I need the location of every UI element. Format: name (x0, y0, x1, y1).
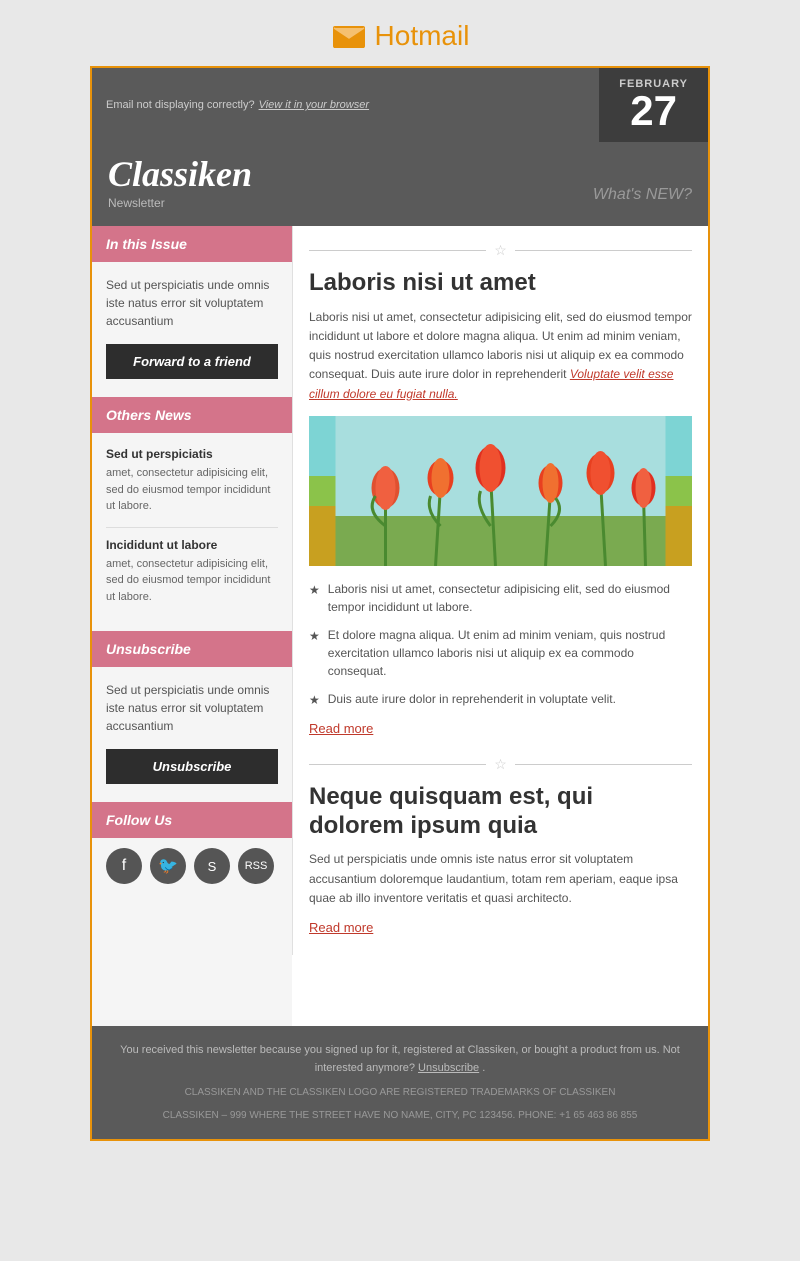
bullet-star-1: ★ (309, 581, 320, 616)
top-bar-notice: Email not displaying correctly? View it … (92, 68, 599, 142)
email-container: Email not displaying correctly? View it … (90, 66, 710, 1141)
sidebar-news-item-2: Incididunt ut labore amet, consectetur a… (106, 538, 278, 606)
sidebar-others-news-header: Others News (92, 397, 292, 433)
skype-icon[interactable]: S (194, 848, 230, 884)
sidebar-in-this-issue-content: Sed ut perspiciatis unde omnis iste natu… (92, 262, 292, 397)
hotmail-logo-icon (331, 22, 367, 50)
brand-info: Classiken Newsletter (108, 156, 252, 210)
sidebar-unsubscribe-content: Sed ut perspiciatis unde omnis iste natu… (92, 667, 292, 802)
rss-icon[interactable]: RSS (238, 848, 274, 884)
facebook-icon[interactable]: f (106, 848, 142, 884)
top-bar: Email not displaying correctly? View it … (92, 68, 708, 142)
divider-star-2: ☆ (494, 756, 507, 773)
brand-header: Classiken Newsletter What's NEW? (92, 142, 708, 226)
bullet-star-2: ★ (309, 627, 320, 680)
sidebar-in-this-issue-header: In this Issue (92, 226, 292, 262)
hotmail-header: Hotmail (331, 20, 470, 52)
footer-trademark-2: CLASSIKEN – 999 WHERE THE STREET HAVE NO… (112, 1108, 688, 1123)
view-in-browser-link[interactable]: View it in your browser (259, 99, 369, 111)
hotmail-title: Hotmail (375, 20, 470, 52)
tulip-svg (309, 416, 692, 566)
sidebar: In this Issue Sed ut perspiciatis unde o… (92, 226, 292, 1026)
article-1-body: Laboris nisi ut amet, consectetur adipis… (309, 308, 692, 404)
article-divider-1: ☆ (309, 242, 692, 259)
footer-main-text: You received this newsletter because you… (112, 1042, 688, 1077)
footer-unsubscribe-link[interactable]: Unsubscribe (418, 1062, 479, 1074)
whats-new: What's NEW? (593, 185, 692, 210)
bullet-item-1: ★ Laboris nisi ut amet, consectetur adip… (309, 580, 692, 616)
divider-line-right-2 (515, 764, 692, 765)
tulip-image (309, 416, 692, 566)
email-footer: You received this newsletter because you… (92, 1026, 708, 1139)
sidebar-in-this-issue-text: Sed ut perspiciatis unde omnis iste natu… (106, 276, 278, 330)
sidebar-follow-us-header: Follow Us (92, 802, 292, 838)
article-1-read-more[interactable]: Read more (309, 721, 373, 736)
sidebar-unsubscribe-text: Sed ut perspiciatis unde omnis iste natu… (106, 681, 278, 735)
social-icons-container: f 🐦 S RSS (92, 838, 292, 898)
bullet-text-1: Laboris nisi ut amet, consectetur adipis… (328, 580, 692, 616)
bullet-text-2: Et dolore magna aliqua. Ut enim ad minim… (328, 626, 692, 680)
sidebar-news-title-2: Incididunt ut labore (106, 538, 278, 552)
bullet-text-3: Duis aute irure dolor in reprehenderit i… (328, 690, 616, 709)
main-content: ☆ Laboris nisi ut amet Laboris nisi ut a… (292, 226, 708, 955)
date-day: 27 (630, 90, 677, 132)
sidebar-news-title-1: Sed ut perspiciatis (106, 447, 278, 461)
article-divider-2: ☆ (309, 756, 692, 773)
twitter-icon[interactable]: 🐦 (150, 848, 186, 884)
unsubscribe-button[interactable]: Unsubscribe (106, 749, 278, 784)
footer-trademark-1: CLASSIKEN AND THE CLASSIKEN LOGO ARE REG… (112, 1085, 688, 1100)
sidebar-news-item-1: Sed ut perspiciatis amet, consectetur ad… (106, 447, 278, 515)
sidebar-others-news-content: Sed ut perspiciatis amet, consectetur ad… (92, 433, 292, 631)
bullet-item-3: ★ Duis aute irure dolor in reprehenderit… (309, 690, 692, 709)
divider-star-1: ☆ (494, 242, 507, 259)
article-1-bullets: ★ Laboris nisi ut amet, consectetur adip… (309, 580, 692, 709)
date-box: FEBRUARY 27 (599, 68, 708, 142)
body-layout: In this Issue Sed ut perspiciatis unde o… (92, 226, 708, 1026)
article-2-read-more[interactable]: Read more (309, 920, 373, 935)
article-2-body: Sed ut perspiciatis unde omnis iste natu… (309, 850, 692, 908)
brand-name: Classiken (108, 156, 252, 192)
brand-subtitle: Newsletter (108, 196, 252, 210)
divider-line-left-2 (309, 764, 486, 765)
sidebar-divider-1 (106, 527, 278, 528)
forward-to-friend-button[interactable]: Forward to a friend (106, 344, 278, 379)
bullet-item-2: ★ Et dolore magna aliqua. Ut enim ad min… (309, 626, 692, 680)
article-1-title: Laboris nisi ut amet (309, 269, 692, 298)
divider-line-right-1 (515, 250, 692, 251)
article-2-title: Neque quisquam est, qui dolorem ipsum qu… (309, 783, 692, 841)
bullet-star-3: ★ (309, 691, 320, 709)
sidebar-news-body-2: amet, consectetur adipisicing elit, sed … (106, 556, 278, 606)
divider-line-left-1 (309, 250, 486, 251)
sidebar-news-body-1: amet, consectetur adipisicing elit, sed … (106, 465, 278, 515)
sidebar-unsubscribe-header: Unsubscribe (92, 631, 292, 667)
